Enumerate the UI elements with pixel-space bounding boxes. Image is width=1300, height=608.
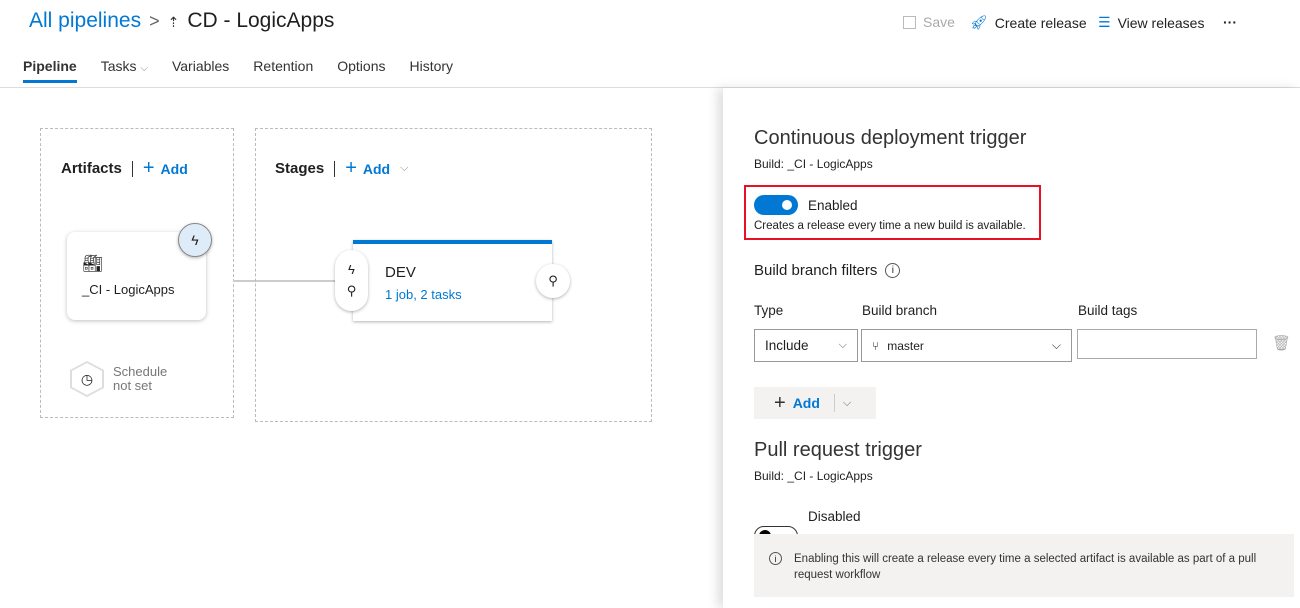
build-artifact-icon: 🏭︎ (82, 254, 104, 273)
add-stage-button[interactable]: + Add ⌵ (345, 157, 408, 180)
schedule-text: Schedule (113, 364, 168, 379)
pr-trigger-build: Build: _CI - LogicApps (754, 469, 873, 483)
artifact-name: _CI - LogicApps (82, 282, 175, 297)
pr-toggle-label: Disabled (808, 509, 861, 524)
type-column-label: Type (754, 303, 784, 318)
info-icon[interactable]: i (885, 263, 901, 278)
artifacts-heading: Artifacts (61, 160, 122, 177)
build-tags-input[interactable] (1077, 329, 1257, 359)
info-icon: i (769, 552, 782, 565)
page-title: CD - LogicApps (187, 9, 335, 32)
plus-icon: + (142, 157, 155, 179)
create-release-button[interactable]: 🚀︎ Create release (970, 14, 1087, 31)
chevron-down-icon: ⌵ (838, 339, 847, 351)
tab-tasks[interactable]: Tasks ⌵ (101, 58, 148, 83)
delete-filter-icon[interactable]: 🗑︎ (1272, 334, 1291, 352)
pr-info-text: Enabling this will create a release ever… (794, 553, 1257, 581)
branch-dropdown[interactable]: ⑂ master ⌵ (861, 329, 1072, 362)
chevron-down-icon[interactable]: ⌵ (843, 397, 851, 410)
chevron-down-icon: ⌵ (400, 162, 409, 174)
plus-icon: + (345, 157, 357, 179)
stages-header: Stages + Add ⌵ (275, 157, 408, 180)
lightning-icon: ϟ (191, 232, 199, 248)
cd-trigger-build: Build: _CI - LogicApps (754, 157, 873, 171)
artifacts-header: Artifacts + Add (61, 157, 188, 180)
branch-icon: ⑂ (872, 338, 880, 353)
stage-name: DEV (385, 264, 416, 281)
pre-deployment-conditions[interactable]: ϟ ⚲ (335, 250, 368, 311)
add-filter-button[interactable]: + Add ⌵ (754, 387, 876, 419)
tab-history[interactable]: History (409, 58, 453, 83)
cd-enabled-toggle[interactable] (754, 195, 798, 215)
cd-description: Creates a release every time a new build… (754, 220, 1026, 232)
pr-trigger-title: Pull request trigger (754, 439, 922, 461)
branch-filters-heading: Build branch filters i (754, 262, 901, 279)
stages-heading: Stages (275, 160, 325, 177)
branch-column-label: Build branch (862, 303, 938, 318)
tab-bar: Pipeline Tasks ⌵ Variables Retention Opt… (23, 58, 477, 83)
release-pipeline-icon: ⇡ (167, 14, 180, 30)
tab-pipeline[interactable]: Pipeline (23, 58, 77, 83)
stage-card-dev[interactable]: DEV 1 job, 2 tasks (353, 240, 552, 321)
person-icon: ⚲ (548, 273, 558, 288)
add-label: Add (792, 395, 820, 411)
tags-column-label: Build tags (1078, 303, 1138, 318)
tab-variables[interactable]: Variables (172, 58, 229, 83)
person-icon: ⚲ (346, 283, 357, 298)
all-pipelines-link[interactable]: All pipelines (29, 9, 141, 32)
more-actions-button[interactable]: ··· (1223, 14, 1237, 30)
type-value: Include (765, 338, 809, 353)
lightning-icon: ϟ (348, 262, 355, 277)
save-icon (903, 15, 916, 29)
cd-trigger-title: Continuous deployment trigger (754, 127, 1027, 149)
schedule-text: not set (113, 378, 153, 393)
list-icon: ☰ (1098, 14, 1111, 30)
chevron-down-icon: ⌵ (140, 63, 148, 74)
clock-icon: ◷ (72, 363, 102, 395)
cd-toggle-label: Enabled (808, 198, 858, 213)
save-button[interactable]: Save (903, 14, 955, 30)
chevron-down-icon: ⌵ (1051, 338, 1061, 352)
breadcrumb: All pipelines > ⇡ CD - LogicApps (29, 9, 334, 33)
rocket-icon: 🚀︎ (970, 14, 988, 30)
chevron-right-icon: > (149, 11, 160, 31)
branch-value: master (887, 338, 924, 353)
tab-options[interactable]: Options (337, 58, 385, 83)
stage-detail-link[interactable]: 1 job, 2 tasks (385, 287, 462, 302)
schedule-status: Schedule not set (113, 365, 167, 393)
plus-icon: + (774, 391, 786, 414)
type-dropdown[interactable]: Include ⌵ (754, 329, 858, 362)
cd-trigger-button[interactable]: ϟ (178, 223, 212, 257)
view-releases-button[interactable]: ☰ View releases (1098, 14, 1204, 31)
branch-filters-title: Build branch filters (754, 262, 878, 279)
tab-retention[interactable]: Retention (253, 58, 313, 83)
pr-info-box: i Enabling this will create a release ev… (754, 534, 1294, 597)
post-deployment-approvals[interactable]: ⚲ (536, 264, 570, 298)
add-artifact-button[interactable]: + Add (143, 157, 188, 180)
